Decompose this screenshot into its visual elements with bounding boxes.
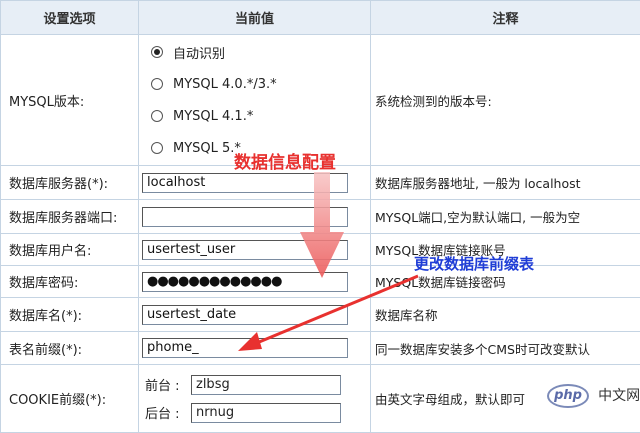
cookie-back-input[interactable]: nrnug: [191, 403, 341, 423]
db-password-label: 数据库密码:: [1, 266, 139, 298]
header-setting-option: 设置选项: [1, 1, 139, 35]
row-mysql-version: MYSQL版本: 自动识别 MYSQL 4.0.*/3.* MYSQL 4.1.…: [1, 35, 640, 166]
table-header-row: 设置选项 当前值 注释: [1, 1, 640, 35]
mysql-version-note: 系统检测到的版本号:: [371, 35, 640, 166]
db-user-input[interactable]: usertest_user: [142, 240, 348, 260]
radio-button[interactable]: [151, 78, 163, 90]
radio-button[interactable]: [151, 142, 163, 154]
radio-button[interactable]: [151, 110, 163, 122]
db-port-label: 数据库服务器端口:: [1, 200, 139, 234]
header-current-value: 当前值: [139, 1, 371, 35]
db-name-label: 数据库名(*):: [1, 298, 139, 332]
radio-option-mysql40[interactable]: MYSQL 4.0.*/3.*: [139, 68, 370, 100]
db-port-note: MYSQL端口,空为默认端口, 一般为空: [371, 200, 640, 234]
db-server-label: 数据库服务器(*):: [1, 166, 139, 200]
cookie-front-input[interactable]: zlbsg: [191, 375, 341, 395]
mysql-version-label: MYSQL版本:: [1, 35, 139, 166]
radio-label: MYSQL 4.0.*/3.*: [173, 77, 277, 92]
row-db-password: 数据库密码: ●●●●●●●●●●●●● MYSQL数据库链接密码: [1, 266, 640, 298]
radio-option-mysql41[interactable]: MYSQL 4.1.*: [139, 100, 370, 132]
row-db-name: 数据库名(*): usertest_date 数据库名称: [1, 298, 640, 332]
radio-label: 自动识别: [173, 43, 225, 62]
cookie-front-row: 前台 : zlbsg: [139, 371, 370, 399]
cookie-back-label: 后台 :: [145, 403, 191, 422]
table-prefix-label: 表名前缀(*):: [1, 332, 139, 365]
cookie-prefix-label: COOKIE前缀(*):: [1, 365, 139, 433]
db-port-input[interactable]: [142, 207, 348, 227]
db-name-note: 数据库名称: [371, 298, 640, 332]
db-server-note: 数据库服务器地址, 一般为 localhost: [371, 166, 640, 200]
annotation-prefix-change: 更改数据库前缀表: [414, 253, 534, 274]
php-logo-watermark: php 中文网: [547, 384, 640, 408]
cookie-prefix-fields: 前台 : zlbsg 后台 : nrnug: [139, 365, 371, 433]
header-comment: 注释: [371, 1, 640, 35]
cookie-back-row: 后台 : nrnug: [139, 399, 370, 427]
install-config-table: 设置选项 当前值 注释 MYSQL版本: 自动识别 MYSQL 4.0.*/3.…: [0, 0, 640, 433]
row-cookie-prefix: COOKIE前缀(*): 前台 : zlbsg 后台 : nrnug 由英文字母…: [1, 365, 640, 433]
radio-label: MYSQL 4.1.*: [173, 109, 253, 124]
row-table-prefix: 表名前缀(*): phome_ 同一数据库安装多个CMS时可改变默认: [1, 332, 640, 365]
php-logo-icon: php: [547, 384, 589, 408]
radio-button[interactable]: [151, 46, 163, 58]
radio-label: MYSQL 5.*: [173, 141, 241, 156]
row-db-port: 数据库服务器端口: MYSQL端口,空为默认端口, 一般为空: [1, 200, 640, 234]
row-db-user: 数据库用户名: usertest_user MYSQL数据库链接账号: [1, 234, 640, 266]
watermark-text: 中文网: [598, 388, 640, 404]
table-prefix-note: 同一数据库安装多个CMS时可改变默认: [371, 332, 640, 365]
mysql-version-options: 自动识别 MYSQL 4.0.*/3.* MYSQL 4.1.* MYSQL 5…: [139, 35, 371, 166]
db-password-input[interactable]: ●●●●●●●●●●●●●: [142, 272, 348, 292]
radio-option-auto[interactable]: 自动识别: [139, 36, 370, 68]
db-user-label: 数据库用户名:: [1, 234, 139, 266]
db-server-input[interactable]: localhost: [142, 173, 348, 193]
cookie-front-label: 前台 :: [145, 375, 191, 394]
db-name-input[interactable]: usertest_date: [142, 305, 348, 325]
annotation-db-info: 数据信息配置: [234, 148, 336, 173]
table-prefix-input[interactable]: phome_: [142, 338, 348, 358]
